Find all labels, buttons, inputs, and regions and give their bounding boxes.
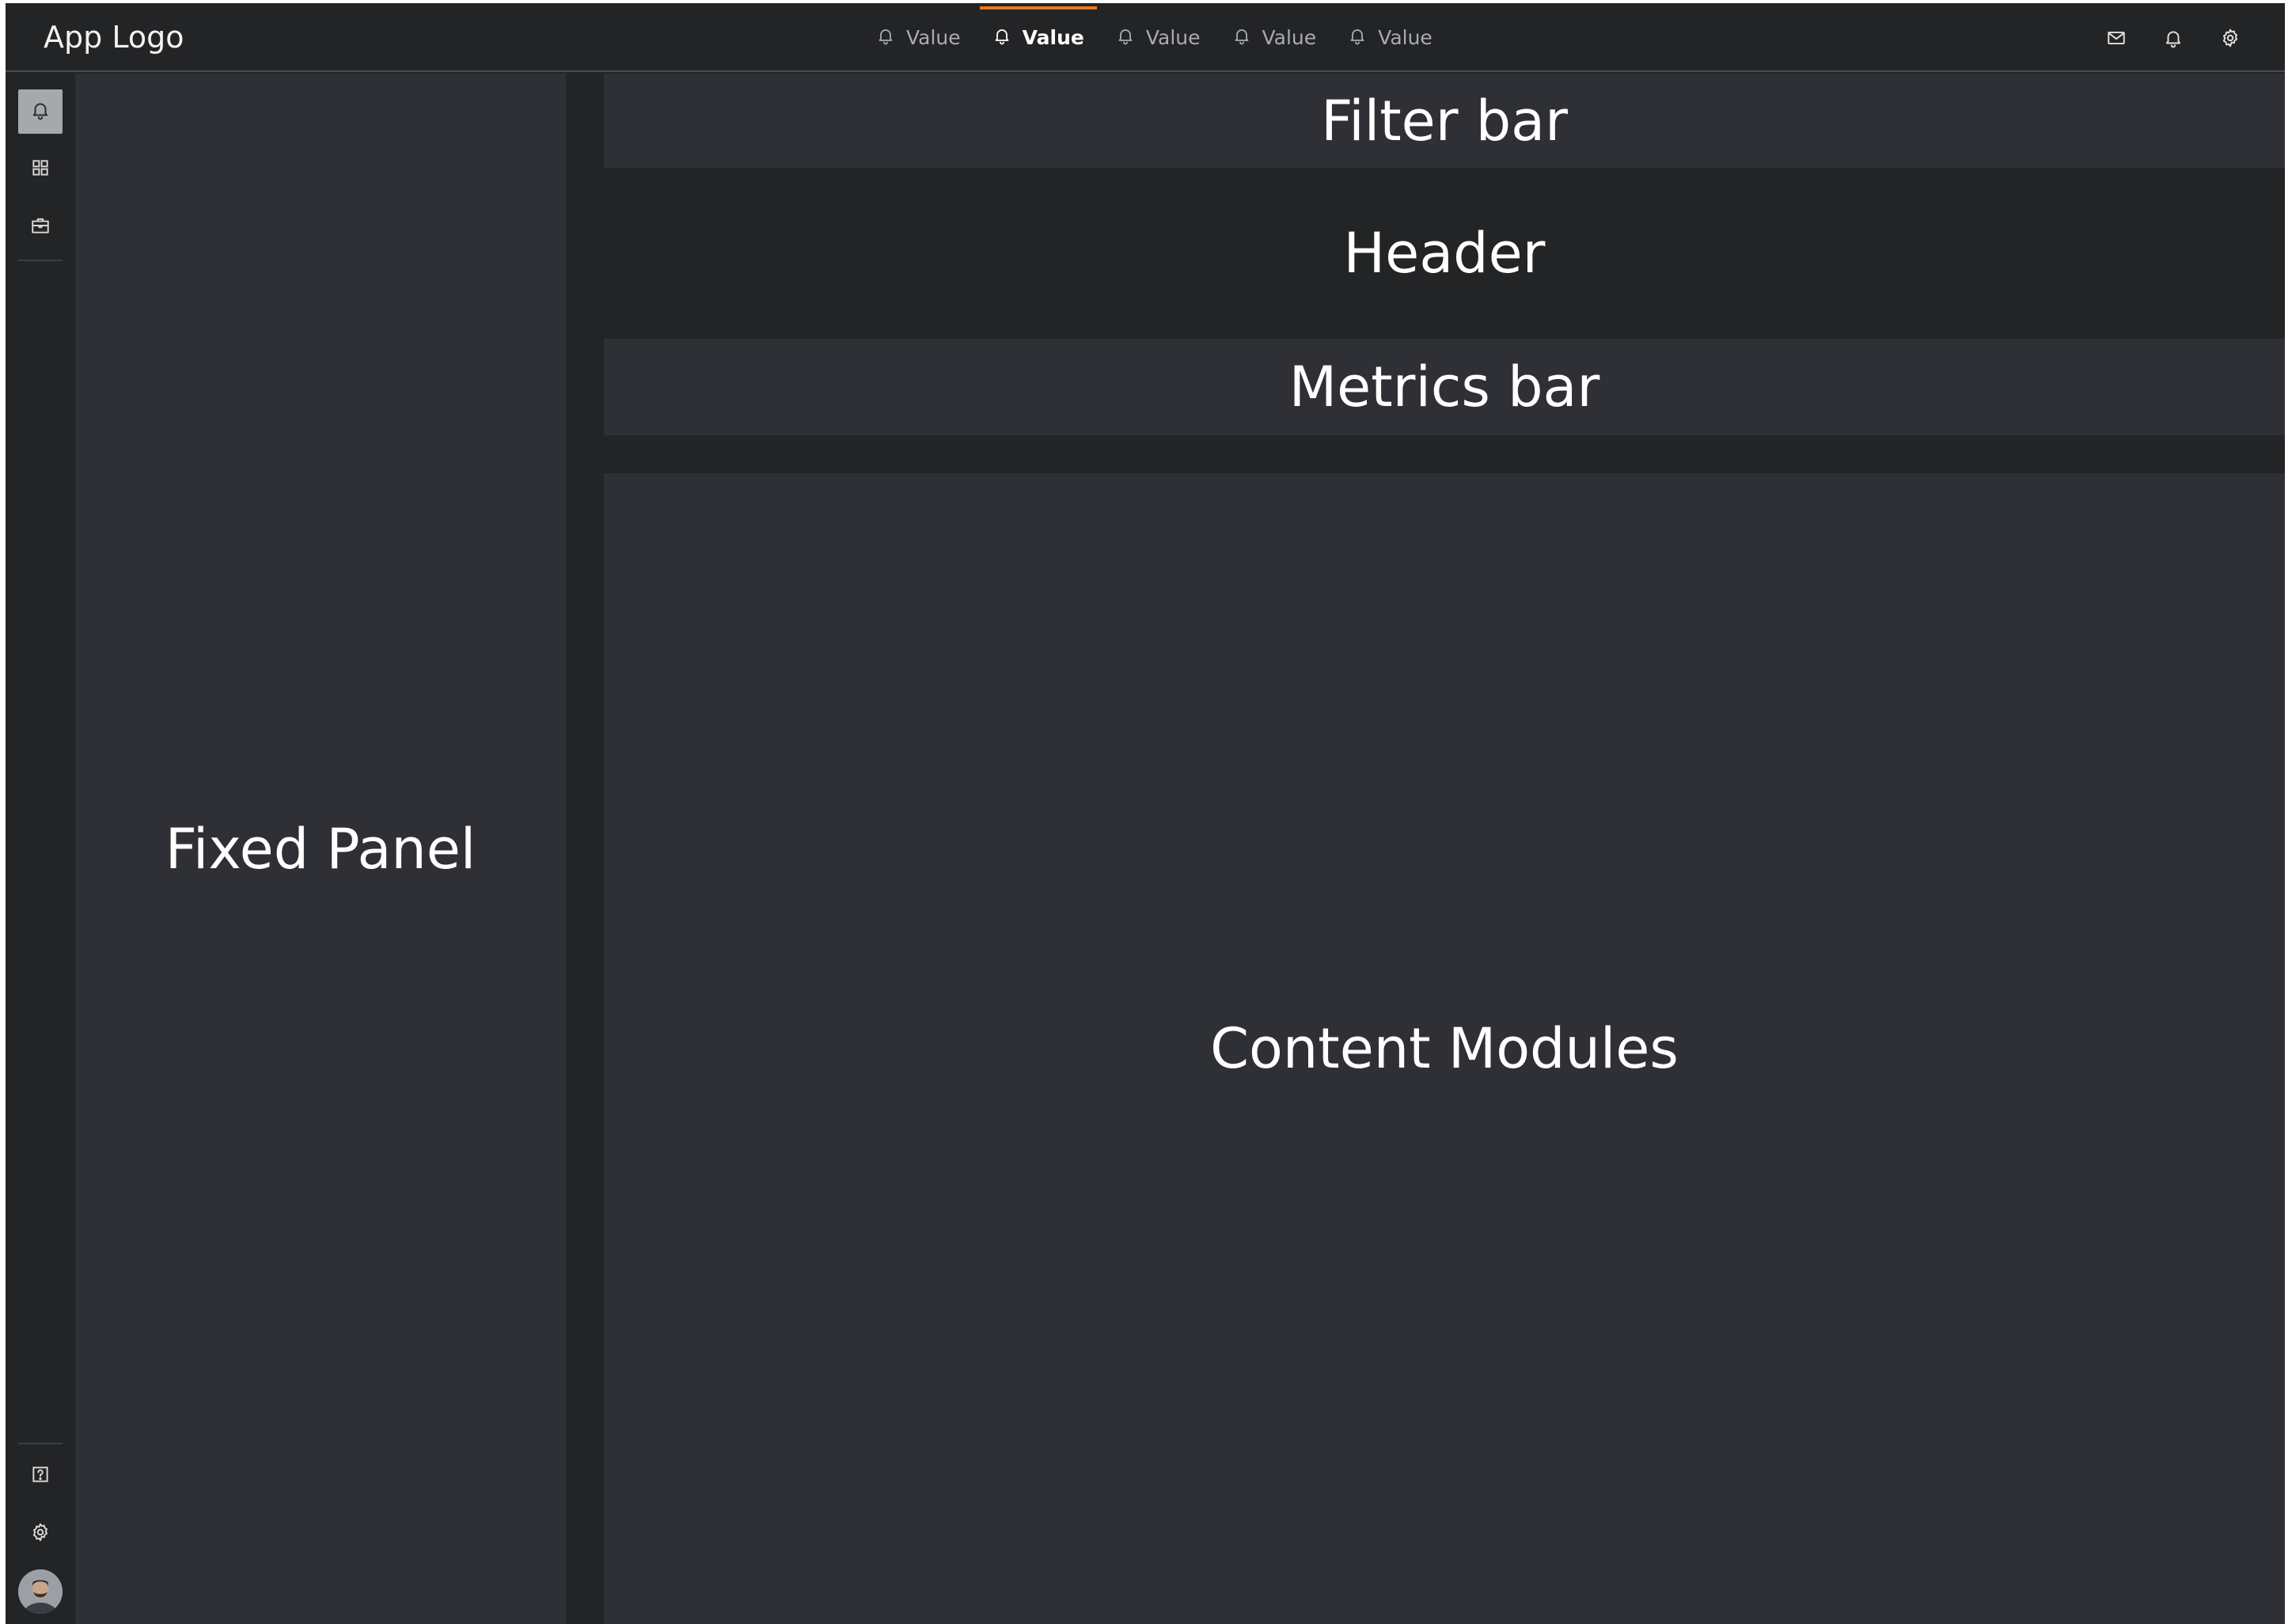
briefcase-icon [30,215,51,240]
metrics-bar: Metrics bar [604,339,2285,435]
rail-divider [18,1443,63,1444]
metrics-bar-label: Metrics bar [1288,355,1600,419]
icon-rail [6,74,75,1624]
filter-bar: Filter bar [604,74,2285,168]
tab-value-4[interactable]: Value [1220,3,1330,72]
tab-value-2[interactable]: Value [979,3,1097,72]
rail-item-portfolio[interactable] [18,205,63,249]
content-modules: Content Modules [604,473,2285,1624]
app-logo[interactable]: App Logo [44,19,184,55]
filter-bar-label: Filter bar [1321,88,1568,154]
top-tabs: Value Value Value Value Value [863,3,1451,72]
active-tab-indicator [979,6,1097,9]
top-bar: App Logo Value Value Value Value Value [6,3,2285,72]
user-avatar[interactable] [18,1569,63,1614]
help-icon [30,1464,51,1489]
rail-item-dashboard[interactable] [18,147,63,192]
tab-label: Value [906,26,961,49]
rail-item-help[interactable] [18,1454,63,1498]
content-modules-label: Content Modules [1210,1016,1679,1081]
bell-icon [1116,26,1135,50]
bell-icon [1348,26,1367,50]
fixed-panel: Fixed Panel [75,74,566,1624]
tab-value-1[interactable]: Value [863,3,973,72]
top-actions [2106,3,2241,72]
bell-icon [30,100,51,124]
header: Header [604,168,2285,339]
tab-label: Value [1262,26,1317,49]
header-label: Header [1343,221,1546,286]
tab-value-3[interactable]: Value [1103,3,1213,72]
grid-icon [30,157,51,182]
rail-item-notifications[interactable] [18,89,63,134]
rail-divider [18,260,63,261]
tab-label: Value [1378,26,1432,49]
bell-icon[interactable] [2163,28,2184,48]
gear-icon[interactable] [2220,28,2241,48]
bell-icon [992,26,1011,50]
bell-icon [1232,26,1251,50]
tab-value-5[interactable]: Value [1335,3,1445,72]
mail-icon[interactable] [2106,28,2127,48]
app-frame: App Logo Value Value Value Value Value F… [6,3,2285,1624]
gear-icon [30,1522,51,1546]
bell-icon [876,26,895,50]
tab-label: Value [1022,26,1084,49]
tab-label: Value [1145,26,1201,49]
fixed-panel-label: Fixed Panel [165,816,476,882]
rail-item-settings[interactable] [18,1512,63,1556]
